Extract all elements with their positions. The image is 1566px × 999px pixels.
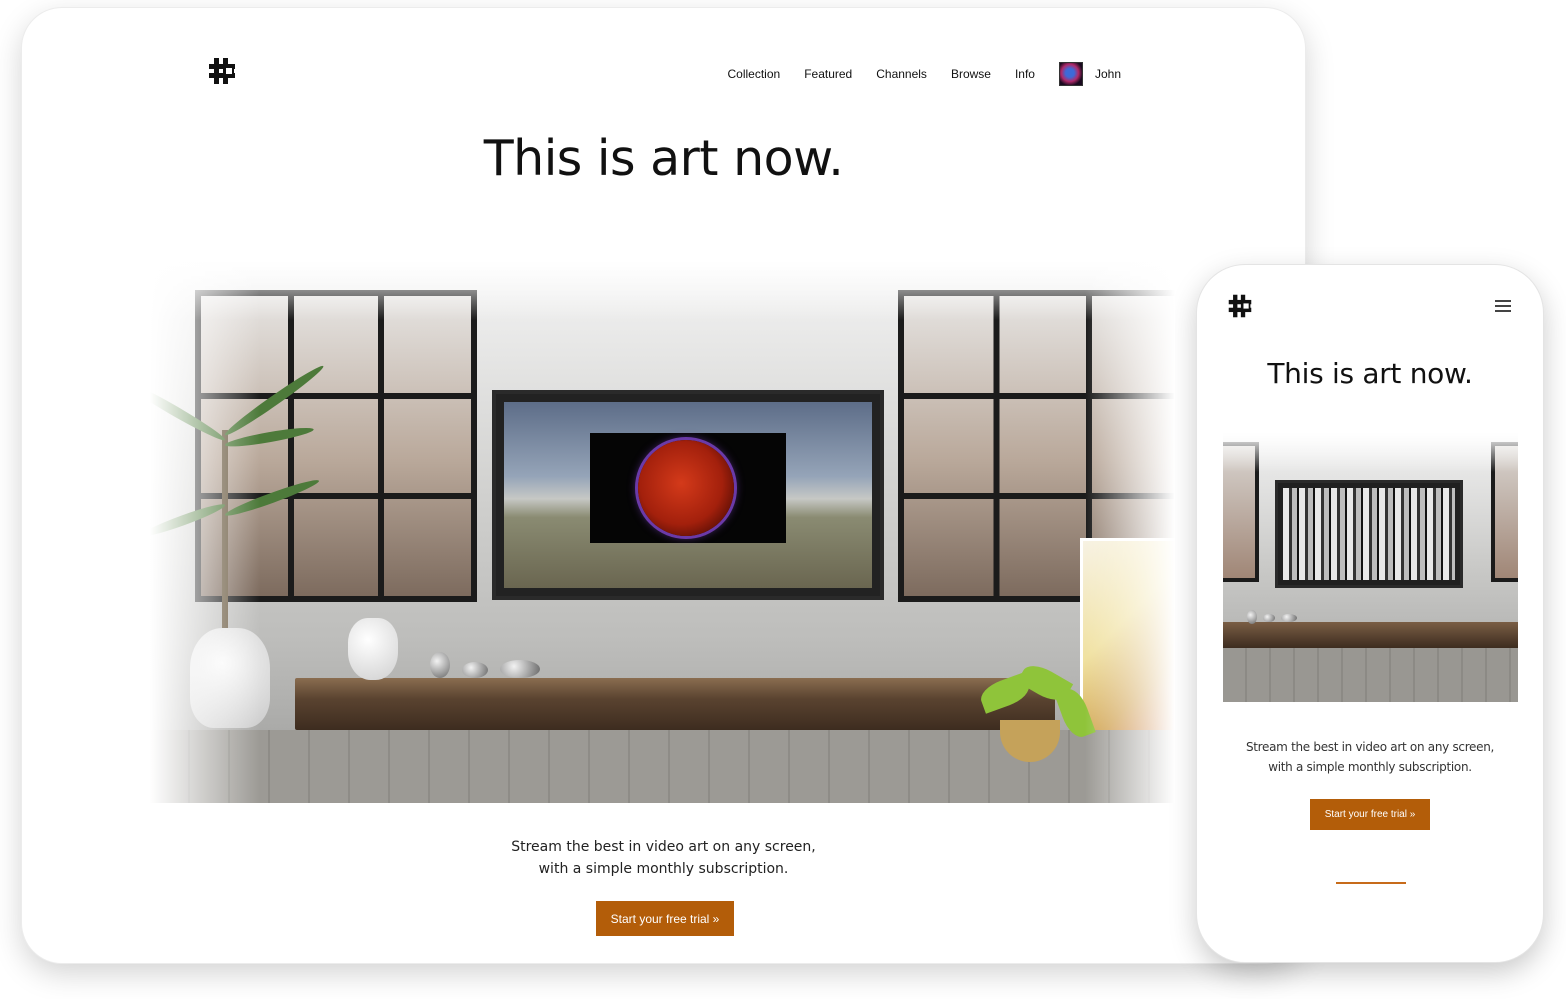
mobile-frame: This is art now. Stream the best in vide… (1197, 265, 1543, 962)
tagline-line-2: with a simple monthly subscription. (538, 861, 789, 877)
nav-collection[interactable]: Collection (728, 67, 781, 81)
accent-divider (1336, 882, 1406, 884)
user-avatar[interactable] (1058, 62, 1083, 86)
mobile-tagline-line-1: Stream the best in video art on any scre… (1245, 740, 1495, 754)
hero-title: This is art now. (483, 130, 844, 187)
tv-artwork (492, 390, 884, 600)
nav-browse[interactable]: Browse (951, 67, 991, 81)
nav-featured[interactable]: Featured (804, 67, 852, 81)
puzzle-hash-logo[interactable] (207, 56, 237, 86)
desktop-frame: Collection Featured Channels Browse Info… (22, 8, 1305, 963)
mobile-tagline: Stream the best in video art on any scre… (1197, 737, 1543, 777)
nav-channels[interactable]: Channels (876, 67, 927, 81)
mobile-start-free-trial-button[interactable]: Start your free trial » (1310, 799, 1430, 830)
hero-room-image (150, 260, 1175, 803)
user-name-link[interactable]: John (1095, 67, 1121, 81)
mobile-tagline-line-2: with a simple monthly subscription. (1268, 760, 1472, 774)
hamburger-icon[interactable] (1495, 300, 1511, 312)
tagline-line-1: Stream the best in video art on any scre… (511, 839, 816, 855)
tagline: Stream the best in video art on any scre… (22, 836, 1305, 880)
puzzle-hash-logo-mobile[interactable] (1227, 293, 1253, 319)
start-free-trial-button[interactable]: Start your free trial » (596, 901, 734, 936)
main-nav: Collection Featured Channels Browse Info… (704, 62, 1121, 86)
nav-info[interactable]: Info (1015, 67, 1035, 81)
mobile-tv-artwork (1275, 480, 1463, 588)
mobile-hero-title: This is art now. (1267, 357, 1473, 390)
mobile-hero-room-image (1223, 432, 1518, 702)
